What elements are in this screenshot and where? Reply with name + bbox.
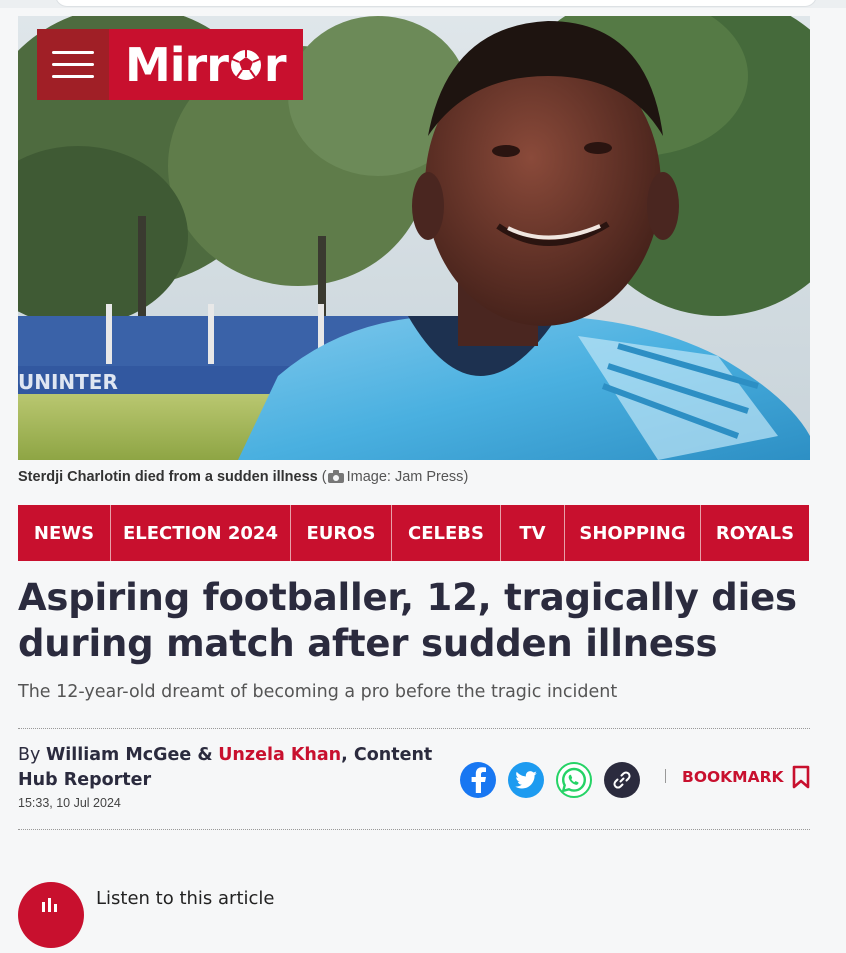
facebook-icon[interactable] <box>460 762 496 798</box>
nav-item-euros[interactable]: EUROS <box>291 505 392 561</box>
divider <box>18 728 810 729</box>
audio-play-button[interactable] <box>18 882 84 948</box>
share-separator <box>665 769 666 783</box>
nav-item-celebs[interactable]: CELEBS <box>392 505 501 561</box>
browser-top-strip <box>0 0 846 8</box>
nav-item-election-2024[interactable]: ELECTION 2024 <box>111 505 291 561</box>
brand-wordmark: Mirr r <box>125 37 287 92</box>
bookmark-icon <box>792 765 809 789</box>
menu-button[interactable] <box>37 29 109 100</box>
author-link-william-mcgee[interactable]: William McGee & <box>46 745 213 765</box>
hamburger-line <box>52 75 94 78</box>
headline-line: Aspiring footballer, 12, tragically dies <box>18 576 797 619</box>
address-bar-edge <box>55 0 817 7</box>
caption-credit-text: Image: Jam Press <box>346 469 464 485</box>
site-logo: Mirr r <box>37 29 303 100</box>
headline-line: during match after sudden illness <box>18 622 718 665</box>
football-icon <box>230 49 261 80</box>
twitter-icon[interactable] <box>508 762 544 798</box>
divider <box>18 829 810 830</box>
caption-credit: (Image: Jam Press) <box>321 469 469 485</box>
section-nav: NEWS ELECTION 2024 EUROS CELEBS TV SHOPP… <box>18 505 809 561</box>
article-headline: Aspiring footballer, 12, tragically dies… <box>18 575 818 667</box>
headphones-icon <box>42 898 57 912</box>
byline-by: By <box>18 745 41 765</box>
share-bar <box>460 762 640 798</box>
hamburger-line <box>52 63 94 66</box>
publish-timestamp: 15:33, 10 Jul 2024 <box>18 796 121 810</box>
hamburger-line <box>52 51 94 54</box>
nav-item-shopping[interactable]: SHOPPING <box>565 505 701 561</box>
camera-icon <box>327 470 344 483</box>
caption-text: Sterdji Charlotin died from a sudden ill… <box>18 469 318 485</box>
byline: By William McGee & Unzela Khan, Content … <box>18 743 458 793</box>
whatsapp-icon[interactable] <box>556 762 592 798</box>
nav-item-tv[interactable]: TV <box>501 505 565 561</box>
bookmark-button[interactable]: BOOKMARK <box>682 765 810 789</box>
article-standfirst: The 12-year-old dreamt of becoming a pro… <box>18 682 618 702</box>
link-icon[interactable] <box>604 762 640 798</box>
brand-link[interactable]: Mirr r <box>109 29 303 100</box>
listen-label[interactable]: Listen to this article <box>96 888 275 909</box>
listen-to-article[interactable]: Listen to this article <box>18 880 418 948</box>
nav-item-royals[interactable]: ROYALS <box>701 505 809 561</box>
author-link-unzela-khan[interactable]: Unzela Khan <box>218 745 341 765</box>
image-caption: Sterdji Charlotin died from a sudden ill… <box>18 469 468 485</box>
bookmark-label: BOOKMARK <box>682 768 784 786</box>
hero-wall-text: UNINTER <box>18 370 118 394</box>
nav-item-news[interactable]: NEWS <box>18 505 111 561</box>
